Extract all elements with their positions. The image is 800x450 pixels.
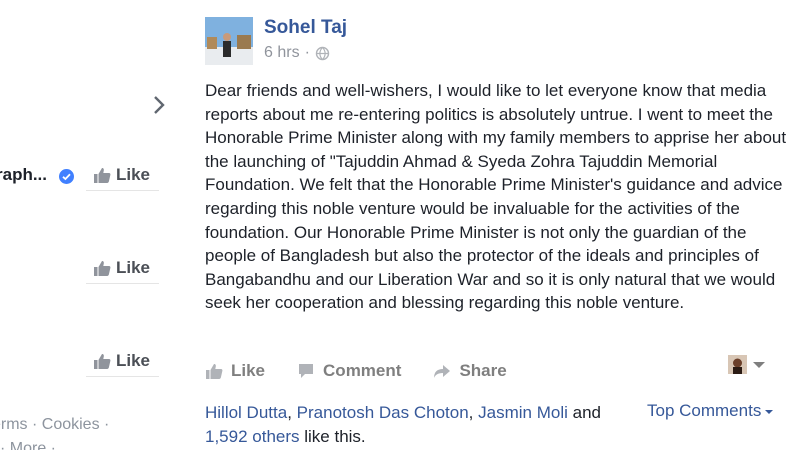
- share-icon: [434, 365, 451, 378]
- comment-as-selector[interactable]: [728, 355, 765, 374]
- thumbs-up-icon: [206, 364, 223, 379]
- comma: ,: [468, 403, 474, 422]
- comment-sort-label: Top Comments: [647, 401, 762, 420]
- feed-post: Sohel Taj 6 hrs · Dear friends and well-…: [190, 0, 800, 450]
- others-link[interactable]: 1,592 others: [205, 427, 300, 446]
- page-like-button[interactable]: Like: [86, 159, 159, 191]
- page-like-button[interactable]: Like: [86, 252, 159, 284]
- comment-icon: [299, 364, 314, 378]
- thumbs-up-icon: [94, 167, 111, 183]
- verified-badge-icon: [59, 169, 74, 184]
- chevron-down-icon: [765, 410, 774, 414]
- author-avatar[interactable]: [205, 17, 253, 65]
- page-like-label: Like: [116, 257, 151, 277]
- left-sidebar: raph... Like Like Like erms · Cookies · …: [0, 0, 185, 450]
- comment-label: Comment: [323, 361, 402, 380]
- page-like-label: Like: [116, 350, 151, 370]
- and-word: and: [572, 403, 601, 422]
- comment-sort-dropdown[interactable]: Top Comments: [647, 401, 774, 421]
- post-meta: 6 hrs ·: [264, 44, 330, 62]
- chevron-right-icon[interactable]: [152, 94, 166, 116]
- post-author-name[interactable]: Sohel Taj: [264, 17, 347, 39]
- suggested-page-name[interactable]: raph...: [0, 165, 47, 185]
- post-timestamp[interactable]: 6 hrs: [264, 44, 300, 62]
- meta-separator: ·: [304, 44, 310, 61]
- chevron-down-icon: [753, 361, 765, 368]
- footer-more-link[interactable]: · More ·: [0, 440, 56, 450]
- like-suffix: like this.: [304, 427, 366, 446]
- liker-name[interactable]: Pranotosh Das Choton: [297, 403, 469, 422]
- likes-summary: Hillol Dutta, Pranotosh Das Choton, Jasm…: [205, 401, 635, 449]
- share-label: Share: [459, 361, 507, 380]
- comma: ,: [287, 403, 292, 422]
- page-like-button[interactable]: Like: [86, 345, 159, 377]
- commenter-avatar: [728, 355, 747, 374]
- thumbs-up-icon: [94, 353, 111, 369]
- post-actions: Like Comment Share: [205, 357, 770, 385]
- page-like-label: Like: [116, 164, 151, 184]
- like-button[interactable]: Like: [205, 361, 265, 381]
- liker-name[interactable]: Jasmin Moli: [478, 403, 568, 422]
- share-button[interactable]: Share: [433, 361, 507, 381]
- globe-icon: [315, 46, 330, 60]
- post-body-text: Dear friends and well-wishers, I would l…: [205, 81, 787, 313]
- like-label: Like: [231, 361, 266, 380]
- liker-name[interactable]: Hillol Dutta: [205, 403, 287, 422]
- thumbs-up-icon: [94, 260, 111, 276]
- footer-links[interactable]: erms · Cookies ·: [0, 416, 109, 434]
- comment-button[interactable]: Comment: [297, 361, 401, 381]
